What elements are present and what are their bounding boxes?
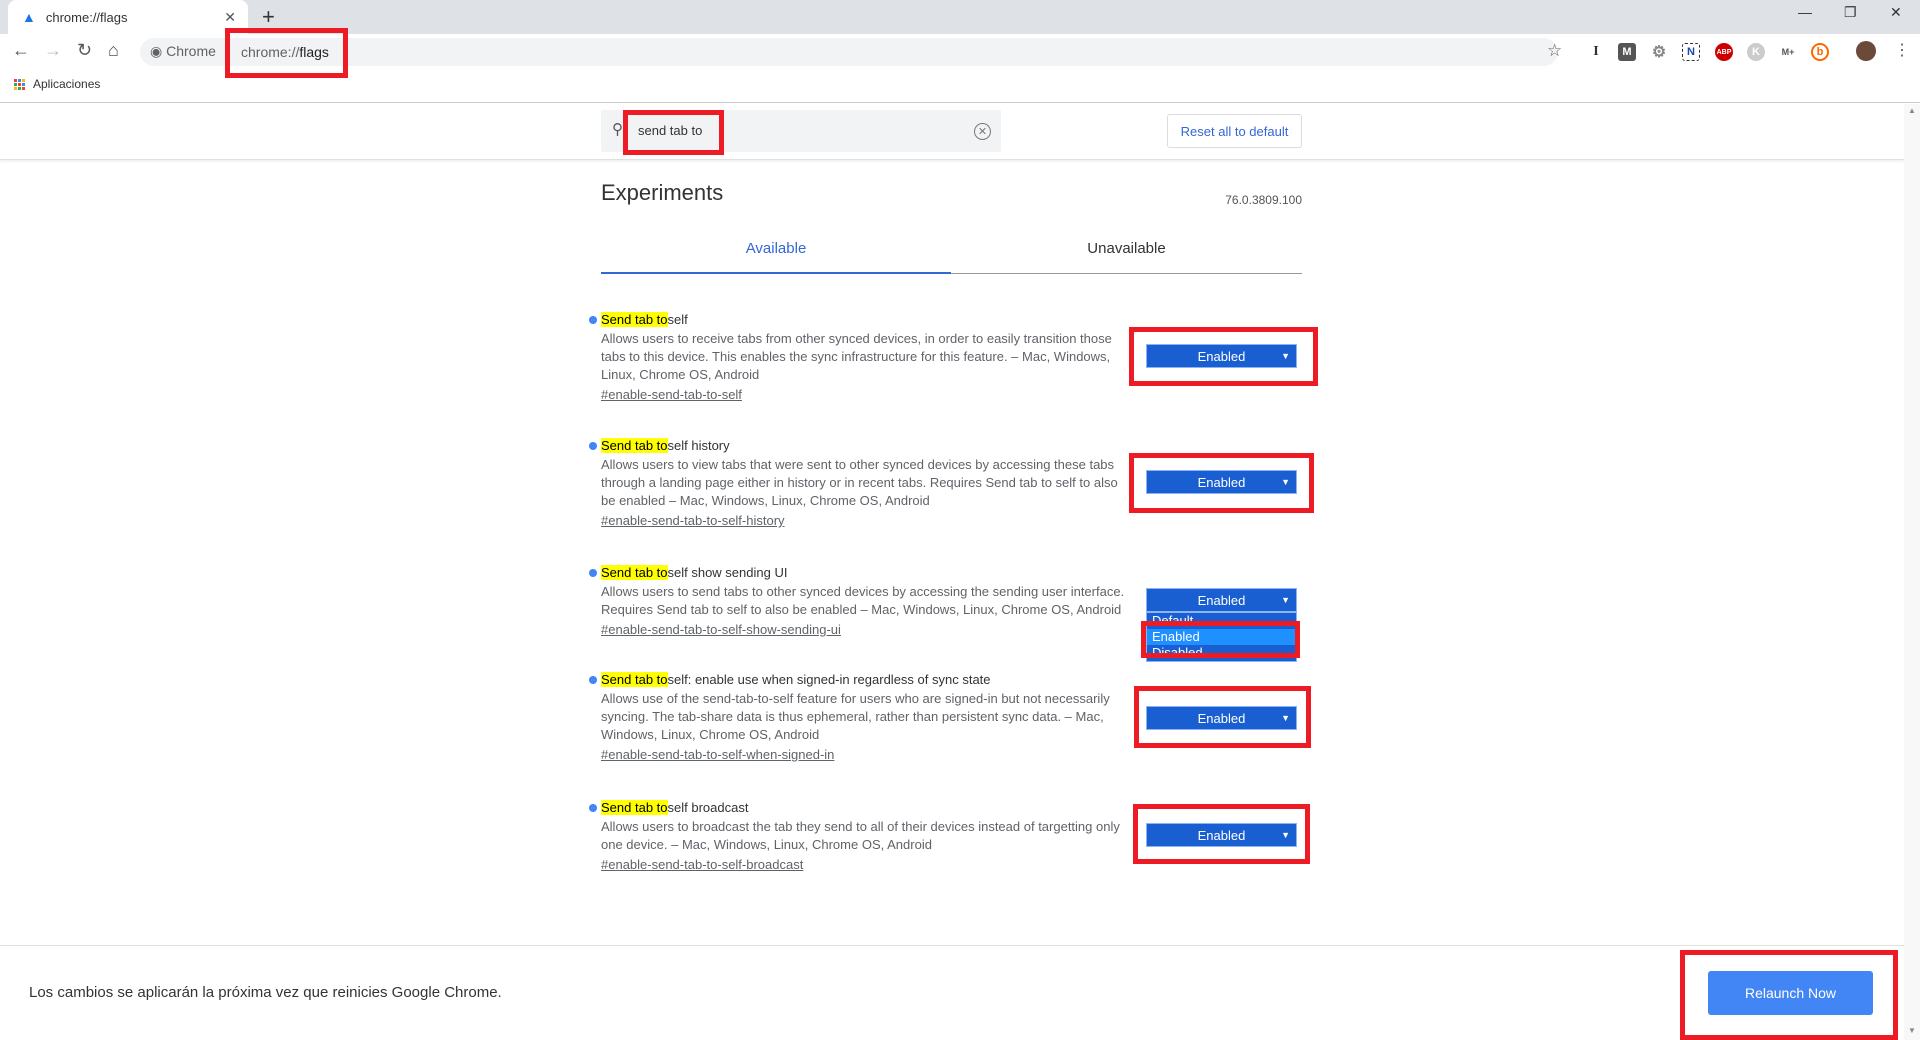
restore-icon[interactable]: ❐ — [1844, 4, 1857, 21]
extension-b-icon[interactable]: b — [1811, 43, 1829, 61]
experiment-link[interactable]: #enable-send-tab-to-self-history — [601, 513, 1129, 528]
annotation-box-2 — [1129, 453, 1314, 513]
adblock-icon[interactable]: ABP — [1715, 43, 1733, 61]
search-highlight: Send tab to — [601, 565, 668, 580]
search-icon: ⚲ — [612, 121, 623, 138]
annotation-box-5 — [1133, 804, 1310, 864]
experiment-title: Send tab to self — [589, 311, 1129, 328]
experiment-item: Send tab to self show sending UI Allows … — [589, 564, 1129, 637]
version-label: 76.0.3809.100 — [1225, 193, 1302, 207]
search-highlight: Send tab to — [601, 312, 668, 327]
annotation-box-4 — [1134, 686, 1311, 748]
search-highlight: Send tab to — [601, 672, 668, 687]
browser-tab[interactable]: ▲ chrome://flags ✕ — [8, 0, 248, 34]
bullet-icon — [589, 315, 597, 324]
bookmark-label: Aplicaciones — [33, 77, 101, 91]
annotation-box-url — [225, 28, 348, 78]
experiment-description: Allows use of the send-tab-to-self featu… — [601, 691, 1110, 742]
experiment-link[interactable]: #enable-send-tab-to-self-broadcast — [601, 857, 1129, 872]
extension-mplus-icon[interactable]: M+ — [1779, 43, 1797, 61]
bullet-icon — [589, 675, 597, 684]
extension-n-icon[interactable]: N — [1682, 43, 1700, 61]
dropdown-arrow-icon: ▼ — [1281, 595, 1290, 605]
clear-search-icon[interactable]: ✕ — [974, 123, 991, 140]
reload-icon[interactable]: ↻ — [77, 40, 92, 61]
chip-label: Chrome — [166, 43, 216, 59]
minimize-icon[interactable]: — — [1798, 4, 1812, 20]
home-icon[interactable]: ⌂ — [108, 40, 119, 61]
experiment-link[interactable]: #enable-send-tab-to-self — [601, 387, 1129, 402]
annotation-box-1 — [1129, 327, 1318, 386]
new-tab-button[interactable]: + — [262, 4, 275, 30]
annotation-box-relaunch — [1680, 950, 1898, 1040]
experiment-item: Send tab to self Allows users to receive… — [589, 311, 1129, 402]
bullet-icon — [589, 441, 597, 450]
chrome-icon: ◉ — [150, 43, 167, 59]
search-highlight: Send tab to — [601, 438, 668, 453]
avatar[interactable] — [1856, 41, 1876, 61]
select-value: Enabled — [1197, 592, 1246, 608]
annotation-box-3 — [1141, 621, 1300, 658]
title-text: self: enable use when signed-in regardle… — [667, 672, 991, 687]
omnibox-chip: ◉ Chrome — [150, 43, 216, 60]
experiment-description: Allows users to view tabs that were sent… — [601, 457, 1118, 508]
experiment-title: Send tab to self: enable use when signed… — [589, 671, 1129, 688]
experiment-select[interactable]: Enabled ▼ — [1146, 588, 1297, 612]
bullet-icon — [589, 568, 597, 577]
experiment-description: Allows users to broadcast the tab they s… — [601, 819, 1120, 852]
bullet-icon — [589, 803, 597, 812]
tab-available[interactable]: Available — [601, 240, 951, 274]
extension-m-icon[interactable]: M — [1618, 43, 1636, 61]
apps-grid-icon — [14, 78, 25, 90]
page-title: Experiments — [601, 180, 724, 205]
experiment-link[interactable]: #enable-send-tab-to-self-show-sending-ui — [601, 622, 1129, 637]
title-text: self show sending UI — [667, 565, 788, 580]
experiment-item: Send tab to self: enable use when signed… — [589, 671, 1129, 762]
scrollbar[interactable] — [1904, 104, 1920, 1040]
bookmark-star-icon[interactable]: ☆ — [1547, 41, 1562, 61]
title-text: self broadcast — [667, 800, 749, 815]
extension-k-icon[interactable]: K — [1747, 43, 1765, 61]
extension-gear-icon[interactable]: ⚙ — [1650, 43, 1668, 61]
experiment-title: Send tab to self history — [589, 437, 1129, 454]
bookmark-apps[interactable]: Aplicaciones — [14, 77, 100, 91]
search-highlight: Send tab to — [601, 800, 668, 815]
flask-icon: ▲ — [22, 9, 36, 25]
scroll-down-icon[interactable]: ▼ — [1908, 1026, 1916, 1035]
scroll-up-icon[interactable]: ▲ — [1908, 106, 1916, 115]
menu-icon[interactable]: ⋮ — [1894, 40, 1910, 60]
tab-unavailable[interactable]: Unavailable — [951, 240, 1302, 274]
title-text: self — [667, 312, 688, 327]
close-tab-icon[interactable]: ✕ — [224, 9, 236, 26]
reset-all-button[interactable]: Reset all to default — [1167, 114, 1302, 148]
close-window-icon[interactable]: ✕ — [1890, 4, 1902, 21]
experiment-description: Allows users to send tabs to other synce… — [601, 584, 1125, 617]
experiment-item: Send tab to self history Allows users to… — [589, 437, 1129, 528]
experiment-description: Allows users to receive tabs from other … — [601, 331, 1112, 382]
annotation-box-search — [623, 110, 724, 155]
experiment-title: Send tab to self show sending UI — [589, 564, 1129, 581]
experiment-link[interactable]: #enable-send-tab-to-self-when-signed-in — [601, 747, 1129, 762]
title-text: self history — [667, 438, 730, 453]
back-icon[interactable]: ← — [12, 40, 30, 61]
tab-title: chrome://flags — [45, 9, 128, 25]
experiment-item: Send tab to self broadcast Allows users … — [589, 799, 1129, 872]
omnibox[interactable] — [140, 38, 1558, 66]
relaunch-notice: Los cambios se aplicarán la próxima vez … — [29, 984, 502, 1001]
extension-i-icon[interactable]: I — [1587, 43, 1605, 61]
experiment-title: Send tab to self broadcast — [589, 799, 1129, 816]
forward-icon[interactable]: → — [44, 40, 62, 61]
